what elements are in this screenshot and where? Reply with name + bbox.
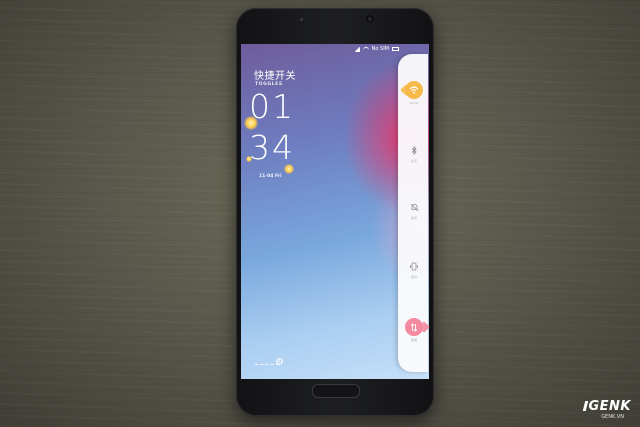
earpiece: [300, 18, 303, 21]
data-arrows-icon: [405, 318, 423, 336]
toggle-data[interactable]: 数据: [405, 318, 423, 342]
date-label: 11-04 Fri: [259, 174, 282, 179]
light-orb: [246, 156, 252, 162]
clock-minute: 34: [249, 128, 295, 167]
toggle-vibrate[interactable]: 振动: [405, 259, 423, 279]
signal-icon: [353, 46, 360, 52]
light-orb: [284, 164, 294, 174]
bluetooth-icon: [407, 143, 421, 157]
watermark-url: GENK.VN: [601, 414, 624, 420]
bell-off-icon: [407, 200, 421, 214]
gear-icon[interactable]: ⚙: [275, 358, 284, 368]
battery-icon: [392, 47, 399, 51]
toggle-bluetooth-label: 蓝牙: [410, 159, 417, 163]
toggle-bluetooth[interactable]: 蓝牙: [405, 143, 423, 163]
toggle-vibrate-label: 振动: [410, 275, 417, 279]
watermark-brand: GENK: [588, 399, 631, 414]
light-orb: [244, 116, 258, 130]
status-bar: No SIM: [353, 46, 399, 52]
wifi-icon: [405, 81, 423, 99]
watermark-logo: GENK: [583, 399, 631, 414]
front-camera: [366, 15, 374, 23]
toggle-wifi[interactable]: WLAN: [405, 81, 423, 105]
page-title: 快捷开关: [254, 71, 296, 82]
wifi-status-icon: [362, 46, 369, 52]
toggle-wifi-label: WLAN: [409, 101, 419, 105]
home-button[interactable]: [312, 384, 360, 398]
toggle-silent[interactable]: 静音: [405, 200, 423, 220]
vibrate-icon: [407, 259, 421, 273]
carrier-text: No SIM: [371, 46, 389, 52]
toggle-data-label: 数据: [410, 338, 417, 342]
toggle-silent-label: 静音: [410, 216, 417, 220]
